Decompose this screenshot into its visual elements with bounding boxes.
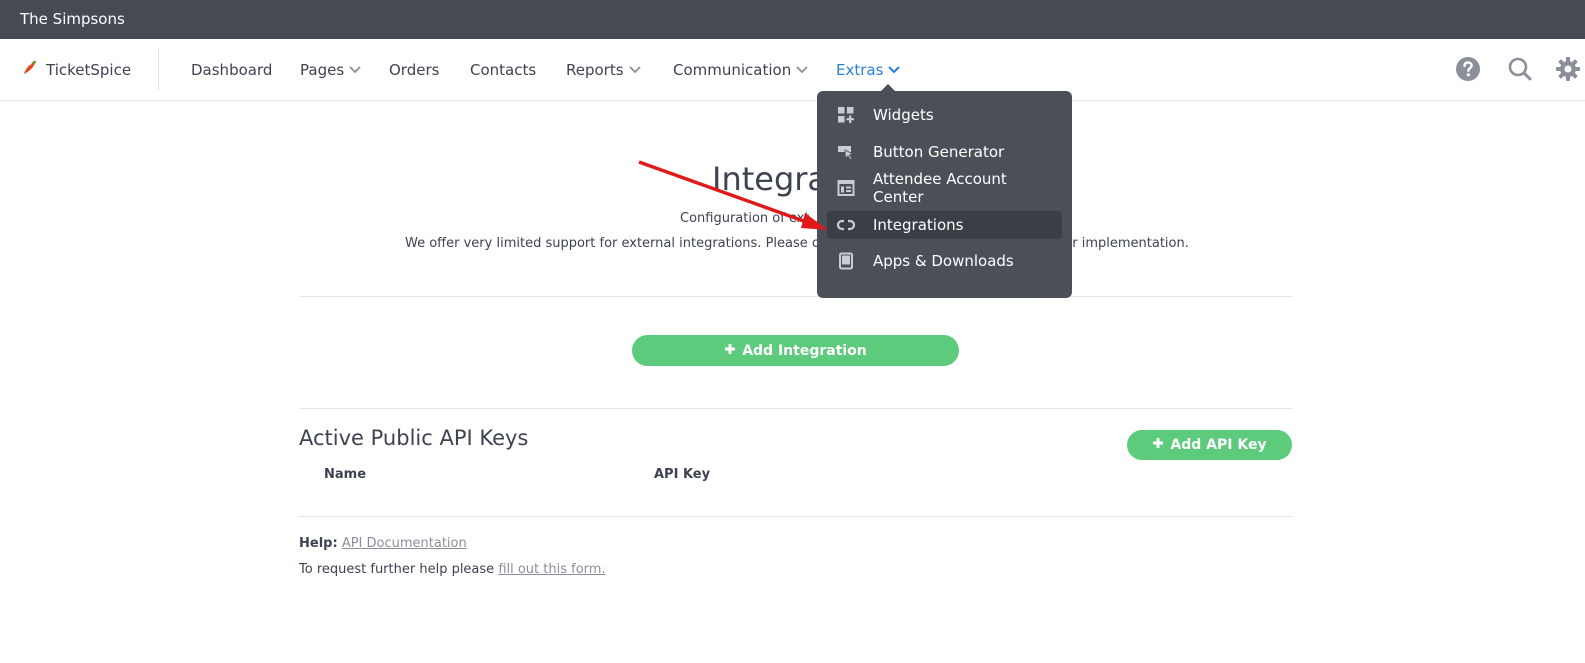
cursor-button-icon [837, 143, 855, 161]
column-header-api-key: API Key [654, 467, 711, 482]
brand[interactable]: TicketSpice [22, 39, 131, 101]
chevron-down-icon [887, 65, 901, 75]
nav-item-label: Reports [566, 61, 624, 79]
chevron-down-icon [348, 65, 362, 75]
nav-item-label: Pages [300, 61, 345, 79]
nav-item-label: Orders [389, 61, 440, 79]
nav-item-label: Extras [836, 61, 884, 79]
nav-divider [158, 49, 159, 90]
gear-icon[interactable] [1555, 56, 1581, 82]
link-icon [837, 216, 855, 234]
nav-item-communication[interactable]: Communication [673, 39, 809, 101]
add-api-key-button[interactable]: Add API Key [1127, 430, 1292, 460]
nav-item-pages[interactable]: Pages [300, 39, 362, 101]
account-bar: The Simpsons [0, 0, 1585, 39]
nav-item-label: Dashboard [191, 61, 273, 79]
api-documentation-link[interactable]: API Documentation [342, 536, 467, 551]
help-request-text: To request further help please [299, 562, 495, 577]
nav-item-label: Contacts [470, 61, 537, 79]
help-line: Help: API Documentation [299, 536, 467, 551]
menu-item-apps-downloads[interactable]: Apps & Downloads [827, 247, 1062, 275]
help-icon[interactable] [1455, 56, 1481, 82]
widgets-icon [837, 106, 855, 124]
nav-item-reports[interactable]: Reports [566, 39, 642, 101]
plus-icon [724, 343, 736, 359]
help-request-line: To request further help please fill out … [299, 562, 606, 577]
plus-icon [1152, 437, 1164, 453]
nav-item-label: Communication [673, 61, 792, 79]
divider [299, 296, 1292, 297]
tablet-icon [837, 252, 855, 270]
main-nav: TicketSpice Dashboard Pages Orders Conta… [0, 39, 1585, 101]
menu-item-attendee-account-center[interactable]: Attendee Account Center [827, 170, 1062, 206]
divider [299, 408, 1292, 409]
menu-item-label: Apps & Downloads [873, 252, 1014, 270]
search-icon[interactable] [1507, 56, 1533, 82]
menu-item-label: Integrations [873, 215, 964, 234]
column-header-name: Name [324, 467, 367, 482]
menu-item-button-generator[interactable]: Button Generator [827, 138, 1062, 166]
support-notice-end: ur implementation. [1064, 236, 1189, 251]
nav-item-orders[interactable]: Orders [389, 39, 439, 101]
menu-item-label: Attendee Account Center [873, 170, 1007, 206]
nav-item-contacts[interactable]: Contacts [470, 39, 536, 101]
menu-item-label: Widgets [873, 106, 934, 124]
help-label: Help: [299, 536, 338, 551]
chili-pepper-icon [22, 60, 38, 80]
account-center-icon [837, 179, 855, 197]
extras-dropdown: Widgets Button Generator Attendee Accoun… [817, 91, 1072, 298]
divider [299, 516, 1292, 517]
add-integration-label: Add Integration [742, 342, 867, 359]
api-keys-title: Active Public API Keys [299, 426, 529, 450]
chevron-down-icon [795, 65, 809, 75]
menu-item-widgets[interactable]: Widgets [827, 101, 1062, 129]
help-form-link[interactable]: fill out this form. [498, 562, 605, 577]
page-subtitle: Configuration of ext [680, 211, 810, 226]
support-notice: We offer very limited support for extern… [405, 236, 854, 251]
menu-item-label: Button Generator [873, 142, 1005, 161]
add-api-key-label: Add API Key [1170, 437, 1267, 453]
nav-item-dashboard[interactable]: Dashboard [191, 39, 272, 101]
brand-name: TicketSpice [46, 61, 132, 79]
chevron-down-icon [628, 65, 642, 75]
account-name: The Simpsons [20, 10, 125, 28]
add-integration-button[interactable]: Add Integration [632, 335, 959, 366]
menu-item-integrations[interactable]: Integrations [827, 210, 1062, 239]
